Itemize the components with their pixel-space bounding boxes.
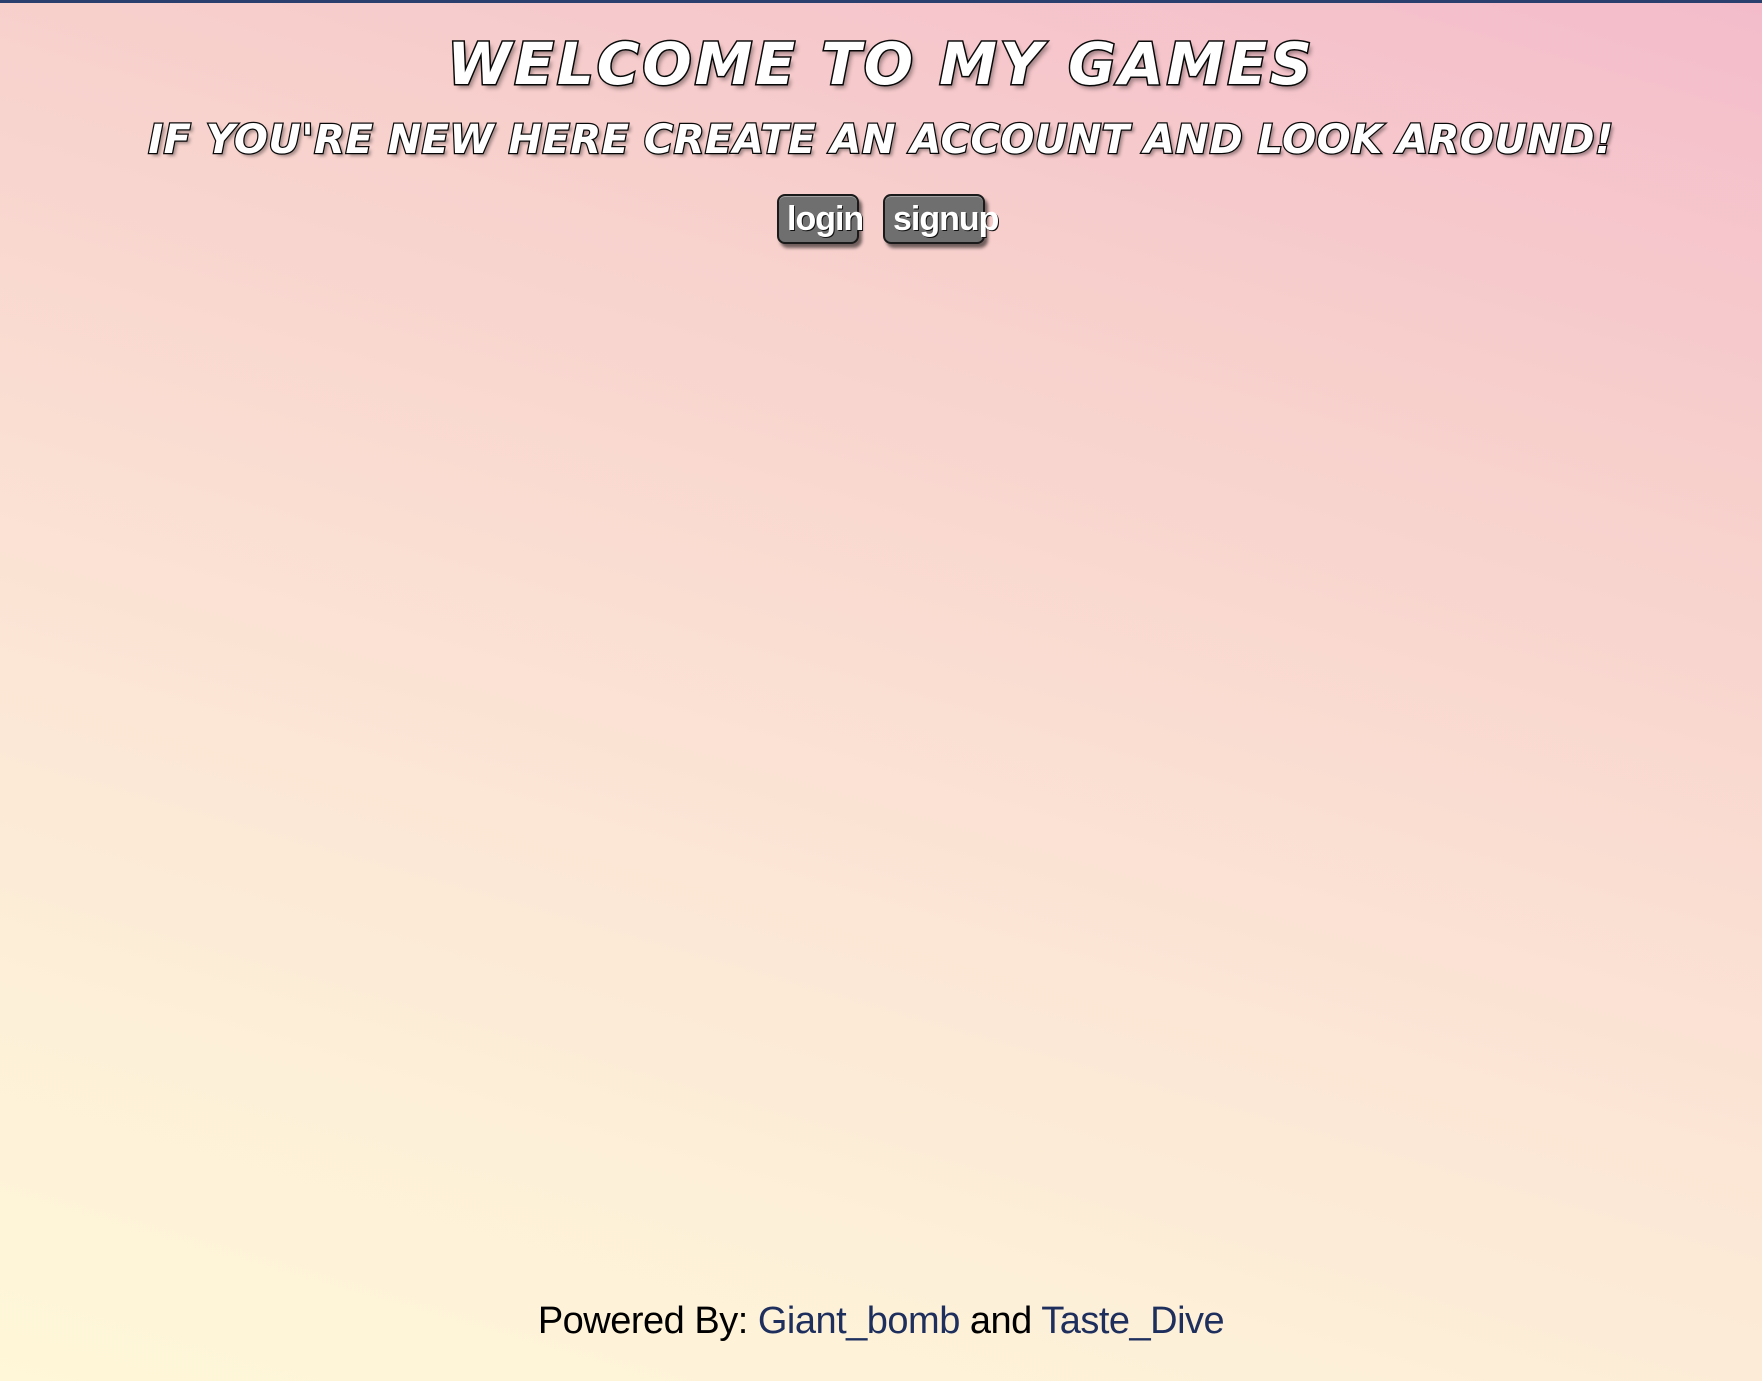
giant-bomb-link[interactable]: Giant_bomb bbox=[758, 1300, 961, 1342]
signup-button[interactable]: signup bbox=[883, 194, 999, 244]
footer-joiner: and bbox=[969, 1300, 1032, 1342]
footer-prefix: Powered By: bbox=[537, 1300, 748, 1342]
page-subtitle: IF YOU'RE NEW HERE CREATE AN ACCOUNT AND… bbox=[147, 116, 1614, 165]
auth-buttons: login signup bbox=[0, 194, 1762, 244]
hero-header: WELCOME TO MY GAMES IF YOU'RE NEW HERE C… bbox=[0, 24, 1762, 176]
footer-credits: Powered By: Giant_bomb and Taste_Dive bbox=[0, 1300, 1762, 1343]
login-button[interactable]: login bbox=[777, 194, 864, 244]
top-rule bbox=[0, 0, 1762, 3]
taste-dive-link[interactable]: Taste_Dive bbox=[1041, 1300, 1224, 1342]
page-title: WELCOME TO MY GAMES bbox=[446, 29, 1315, 100]
